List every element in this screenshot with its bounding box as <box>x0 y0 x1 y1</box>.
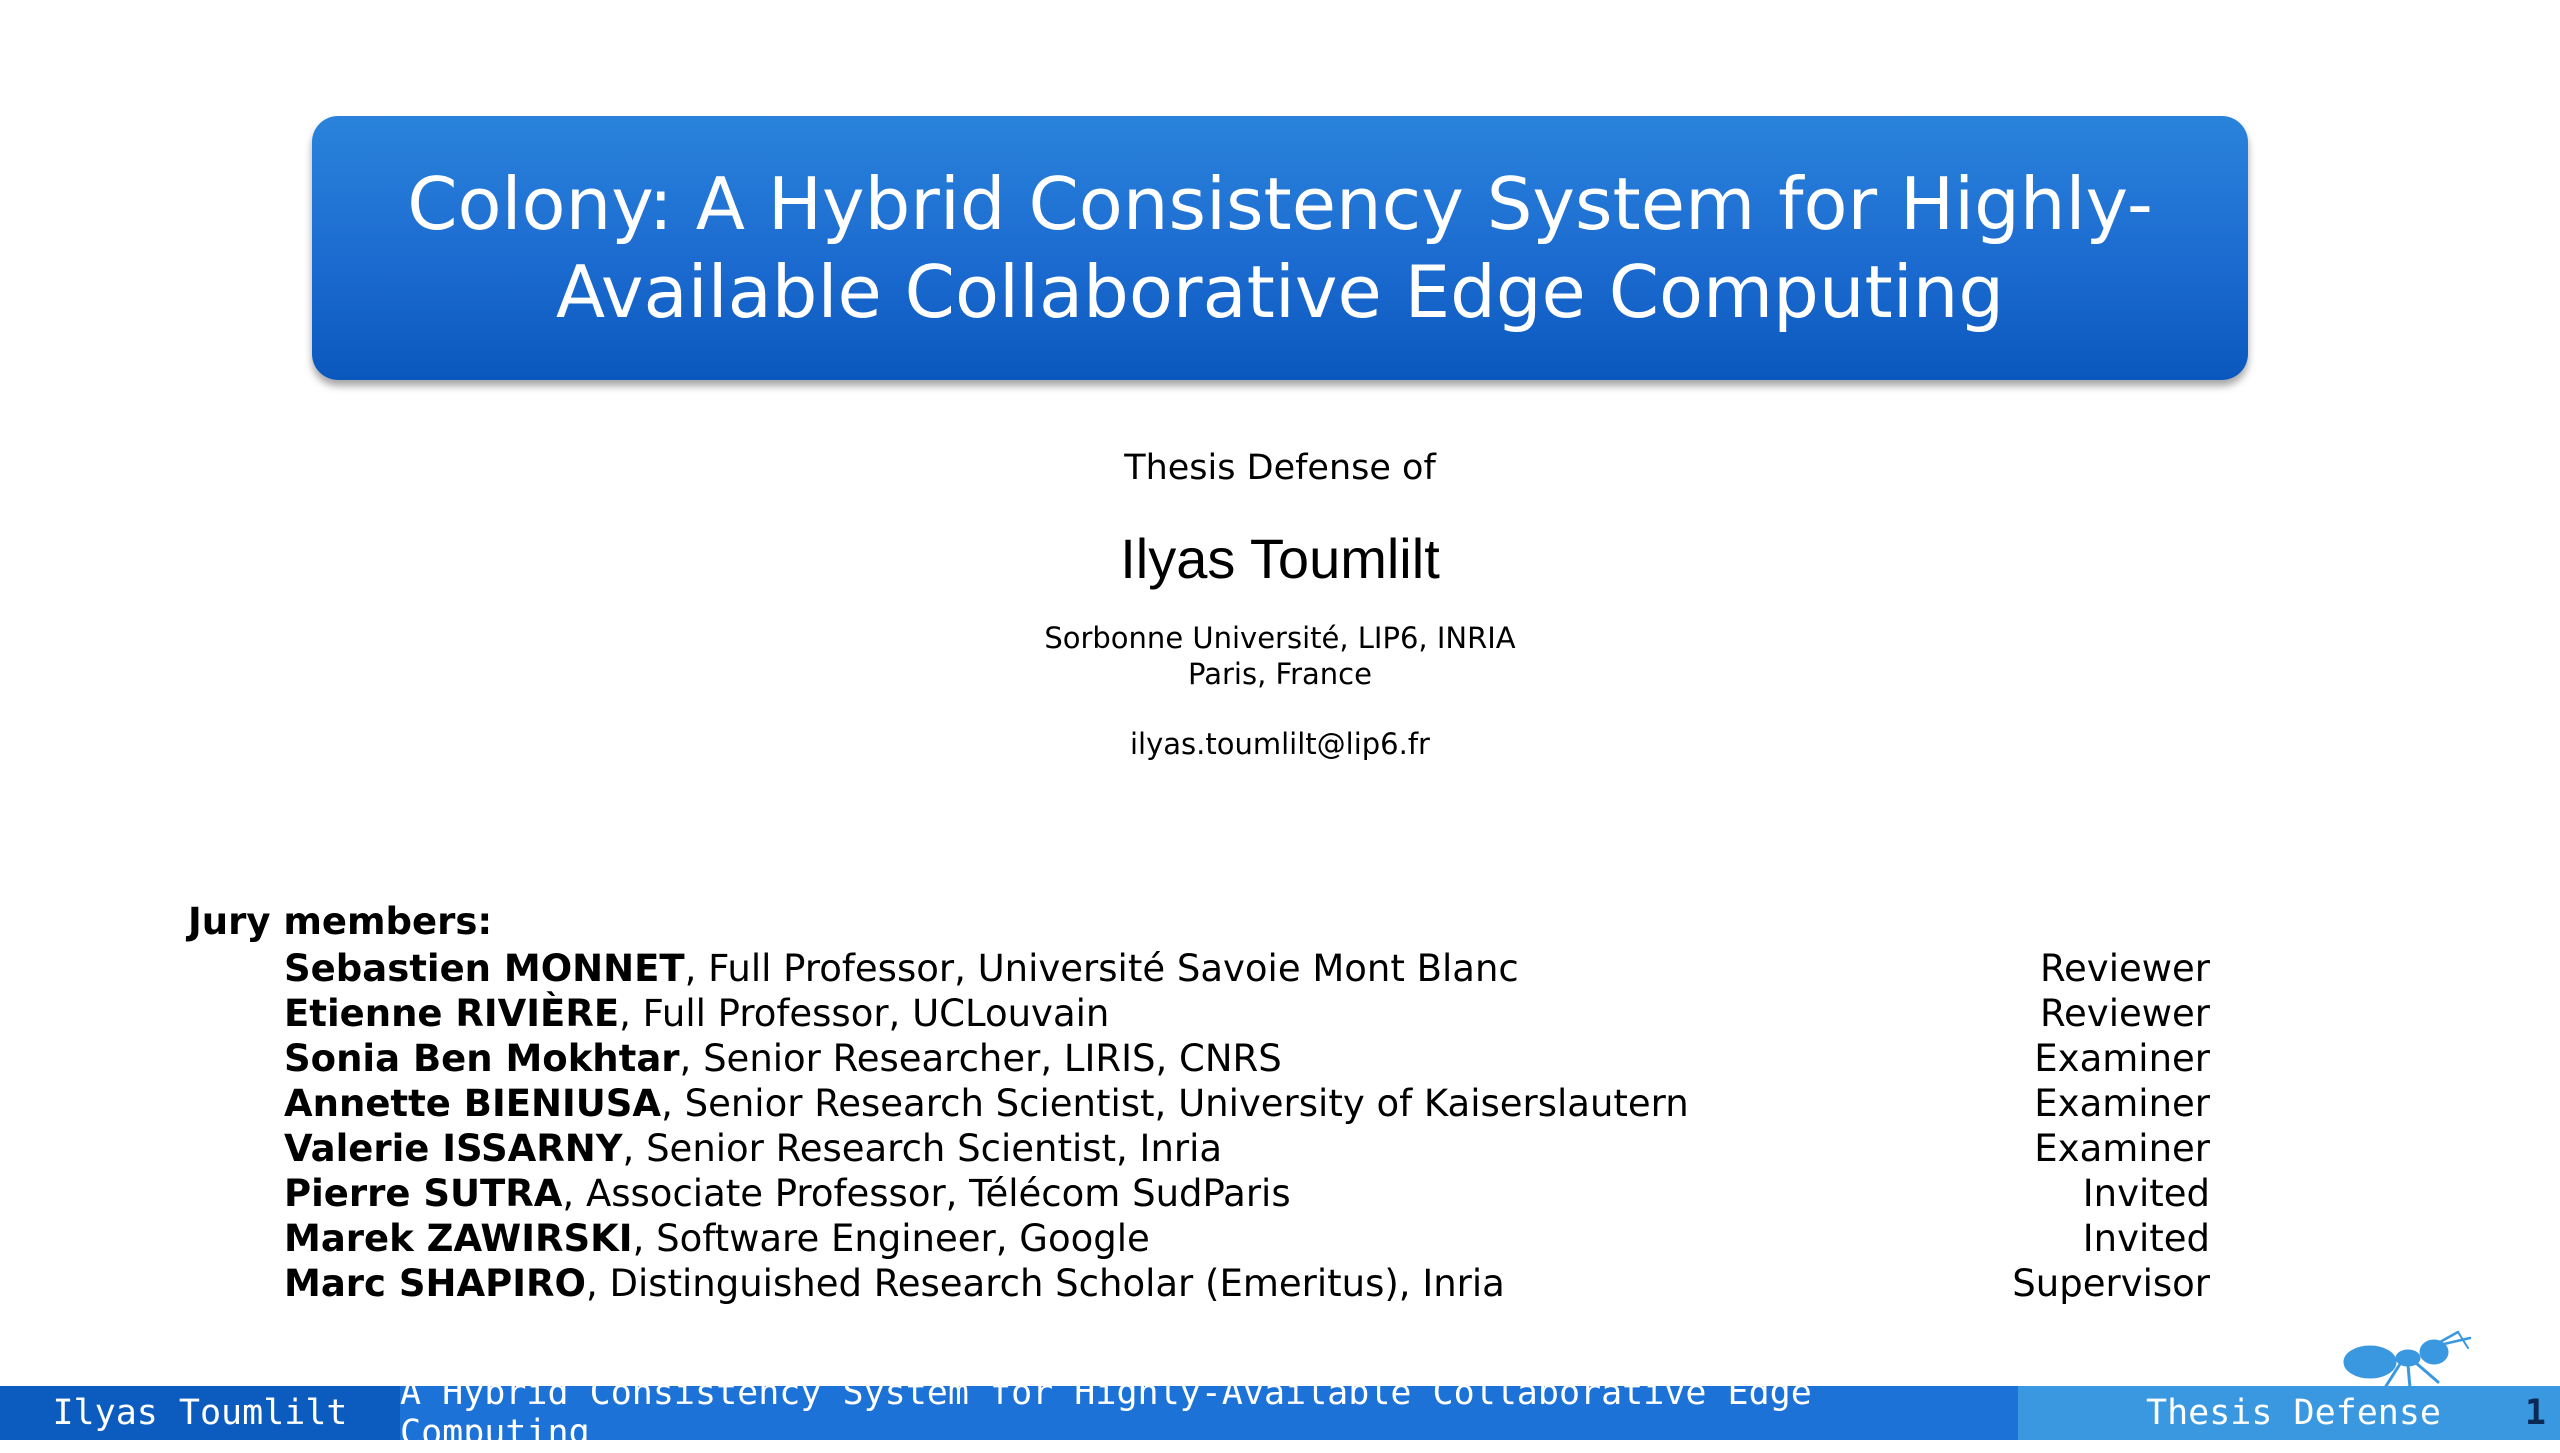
jury-heading: Jury members: <box>188 900 493 943</box>
jury-member-detail: , Full Professor, UCLouvain <box>619 992 1110 1035</box>
jury-member-detail: , Senior Research Scientist, Inria <box>622 1127 1223 1170</box>
jury-member-name: Valerie ISSARNY <box>284 1127 623 1170</box>
jury-member-name: Marc SHAPIRO <box>284 1262 586 1305</box>
jury-member: Annette BIENIUSA, Senior Research Scient… <box>284 1081 2210 1126</box>
jury-member-name: Pierre SUTRA <box>284 1172 563 1215</box>
jury-member-role: Examiner <box>2034 1127 2210 1170</box>
jury-member-role: Reviewer <box>2040 992 2210 1035</box>
jury-list: Sebastien MONNET, Full Professor, Univer… <box>284 946 2210 1306</box>
title-box: Colony: A Hybrid Consistency System for … <box>312 116 2248 380</box>
jury-member-detail: , Senior Research Scientist, University … <box>661 1082 1689 1125</box>
jury-member-role: Invited <box>2082 1172 2210 1215</box>
page-number: 1 <box>2524 1393 2546 1433</box>
jury-member-detail: , Senior Researcher, LIRIS, CNRS <box>679 1037 1282 1080</box>
subtitle: Thesis Defense of <box>1124 448 1436 488</box>
jury-member: Marc SHAPIRO, Distinguished Research Sch… <box>284 1261 2210 1306</box>
jury-member: Pierre SUTRA, Associate Professor, Téléc… <box>284 1171 2210 1216</box>
affiliation: Sorbonne Université, LIP6, INRIA Paris, … <box>0 620 2560 692</box>
jury-member-detail: , Associate Professor, Télécom SudParis <box>562 1172 1291 1215</box>
email: ilyas.toumlilt@lip6.fr <box>1130 727 1430 761</box>
jury-member: Sebastien MONNET, Full Professor, Univer… <box>284 946 2210 991</box>
jury-member-detail: , Distinguished Research Scholar (Emerit… <box>585 1262 1505 1305</box>
footer: Ilyas Toumlilt A Hybrid Consistency Syst… <box>0 1373 2560 1453</box>
jury-member-name: Marek ZAWIRSKI <box>284 1217 633 1260</box>
ant-icon <box>2343 1330 2472 1390</box>
footer-author: Ilyas Toumlilt <box>0 1386 400 1440</box>
footer-event-section: Thesis Defense 1 <box>2018 1386 2560 1440</box>
jury-member-role: Examiner <box>2034 1082 2210 1125</box>
jury-member-role: Invited <box>2082 1217 2210 1260</box>
jury-member-name: Sonia Ben Mokhtar <box>284 1037 680 1080</box>
jury-member-role: Reviewer <box>2040 947 2210 990</box>
jury-member: Etienne RIVIÈRE, Full Professor, UCLouva… <box>284 991 2210 1036</box>
jury-member-name: Annette BIENIUSA <box>284 1082 662 1125</box>
jury-member-role: Examiner <box>2034 1037 2210 1080</box>
jury-member-detail: , Full Professor, Université Savoie Mont… <box>684 947 1519 990</box>
jury-member: Valerie ISSARNY, Senior Research Scienti… <box>284 1126 2210 1171</box>
jury-member-detail: , Software Engineer, Google <box>632 1217 1150 1260</box>
jury-member-name: Etienne RIVIÈRE <box>284 992 620 1035</box>
footer-title: A Hybrid Consistency System for Highly-A… <box>400 1373 2018 1453</box>
affiliation-line: Paris, France <box>1188 657 1372 691</box>
jury-member: Marek ZAWIRSKI, Software Engineer, Googl… <box>284 1216 2210 1261</box>
affiliation-line: Sorbonne Université, LIP6, INRIA <box>1044 621 1516 655</box>
author-name: Ilyas Toumlilt <box>1120 527 1440 590</box>
footer-event: Thesis Defense <box>2146 1393 2442 1433</box>
jury-member-name: Sebastien MONNET <box>284 947 685 990</box>
jury-member: Sonia Ben Mokhtar, Senior Researcher, LI… <box>284 1036 2210 1081</box>
slide-title: Colony: A Hybrid Consistency System for … <box>407 162 2153 334</box>
jury-member-role: Supervisor <box>2012 1262 2210 1305</box>
